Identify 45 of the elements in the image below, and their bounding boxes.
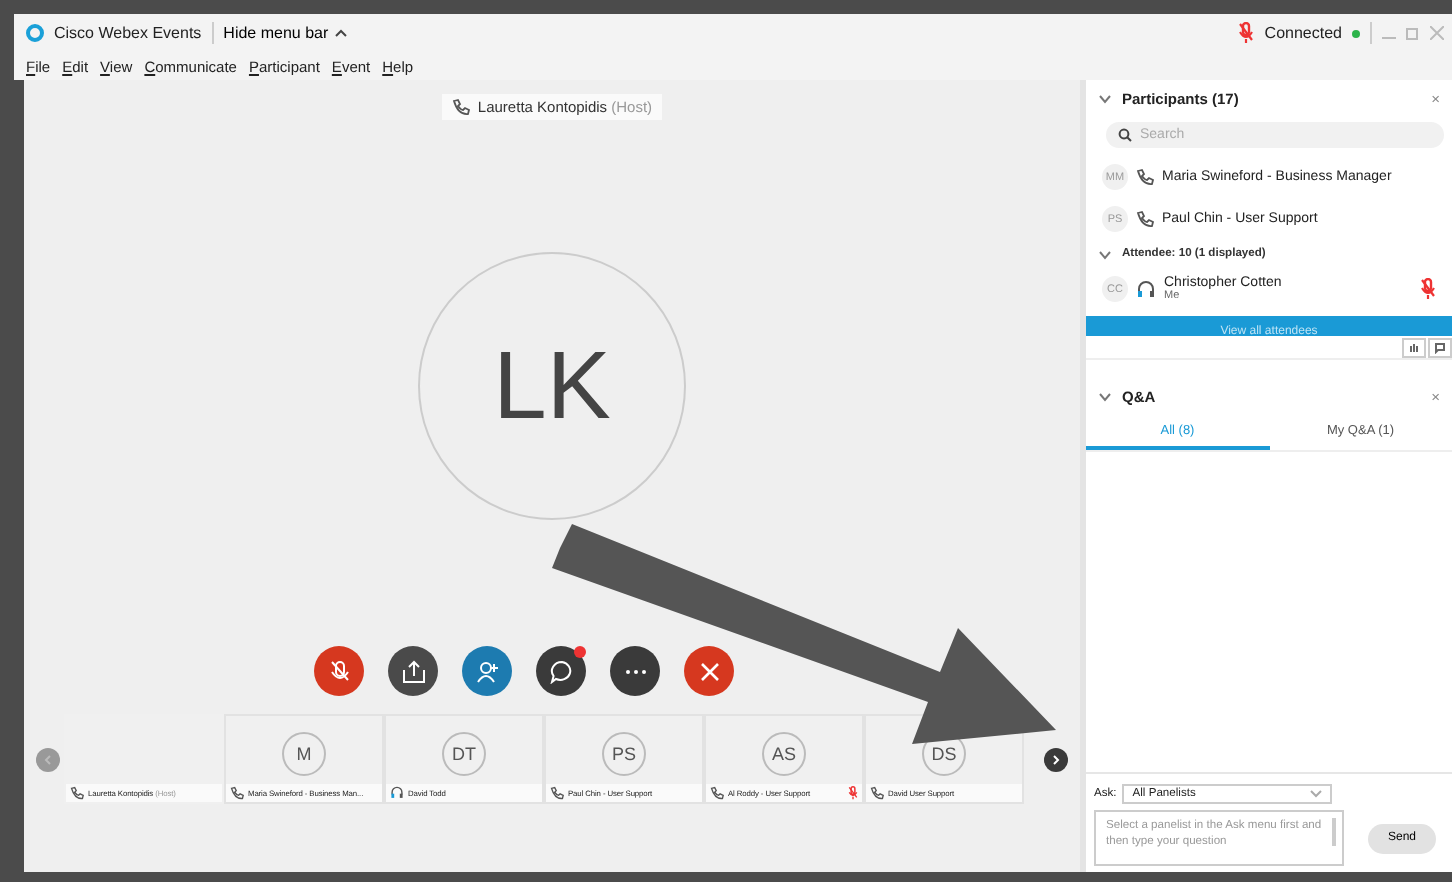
connection-status: Connected xyxy=(1264,24,1342,42)
avatar: DT xyxy=(442,732,486,776)
muted-microphone-icon xyxy=(1238,22,1255,44)
share-button[interactable] xyxy=(388,646,438,696)
more-button[interactable] xyxy=(610,646,660,696)
chevron-icon[interactable] xyxy=(1098,94,1112,104)
caret-icon xyxy=(1310,790,1323,798)
leave-button[interactable] xyxy=(684,646,734,696)
headset-icon xyxy=(1136,279,1156,299)
close-icon xyxy=(699,661,719,681)
feedback-icon[interactable] xyxy=(1428,338,1452,358)
muted-microphone-icon xyxy=(848,786,858,800)
muted-microphone-icon xyxy=(1420,278,1436,300)
muted-microphone-icon xyxy=(329,659,349,683)
mute-button[interactable] xyxy=(314,646,364,696)
headset-icon xyxy=(390,786,404,800)
avatar: AS xyxy=(762,732,806,776)
avatar: PS xyxy=(602,732,646,776)
phone-icon xyxy=(1136,168,1154,186)
caret-icon xyxy=(334,28,349,38)
chat-button[interactable] xyxy=(536,646,586,696)
chat-icon xyxy=(549,659,573,683)
previous-button[interactable] xyxy=(36,747,60,771)
more-icon xyxy=(623,667,647,675)
participants-button[interactable] xyxy=(462,646,512,696)
hide-menu-bar-button[interactable]: Hide menu bar xyxy=(223,24,349,42)
search-icon xyxy=(1118,128,1132,142)
chevron-left-icon xyxy=(42,753,54,765)
phone-icon xyxy=(451,98,470,116)
speaker-avatar: LK xyxy=(418,252,686,520)
chevron-icon[interactable] xyxy=(1098,249,1112,259)
phone-icon xyxy=(710,786,724,800)
phone-icon xyxy=(550,786,564,800)
person-icon xyxy=(475,659,499,683)
chevron-icon[interactable] xyxy=(1098,392,1112,402)
avatar: M xyxy=(282,732,326,776)
share-icon xyxy=(401,659,425,683)
phone-icon xyxy=(70,786,84,800)
phone-icon xyxy=(1136,210,1154,228)
chevron-right-icon xyxy=(1050,753,1062,765)
next-button[interactable] xyxy=(1044,747,1068,771)
window-title: Cisco Webex Events xyxy=(54,24,202,42)
phone-icon xyxy=(230,786,244,800)
app-logo-icon xyxy=(26,24,44,42)
phone-icon xyxy=(870,786,884,800)
